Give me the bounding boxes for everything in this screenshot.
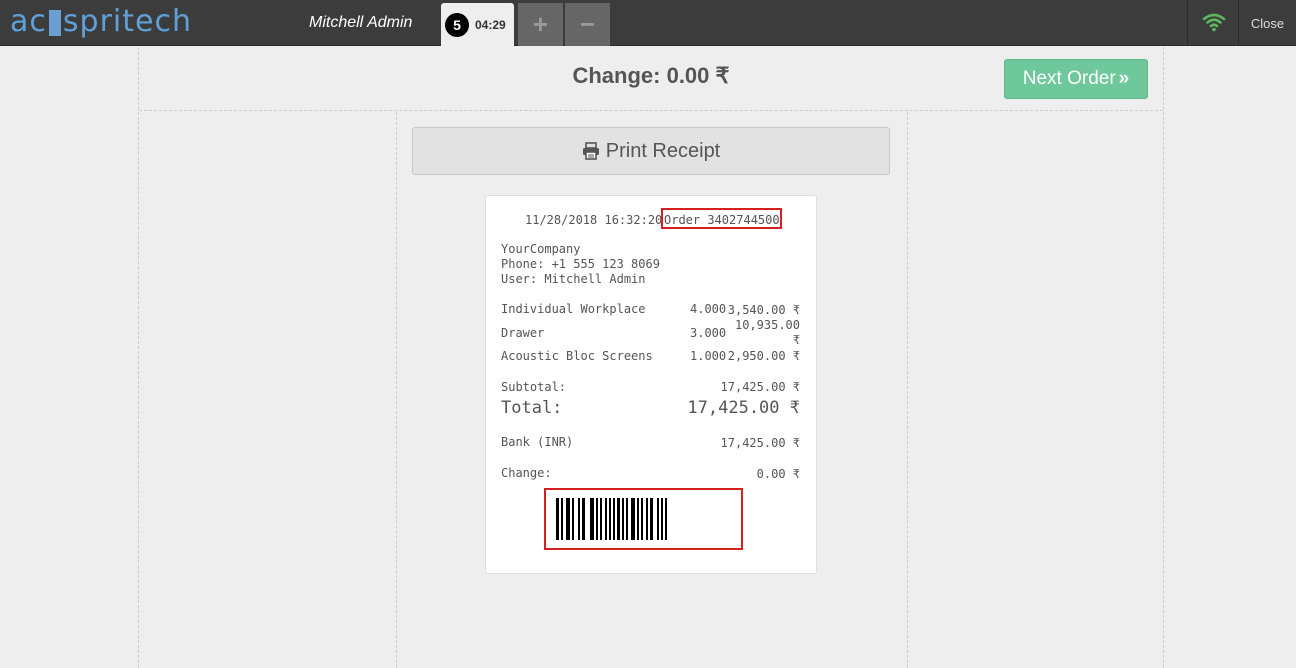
receipt-line-product: Acoustic Bloc Screens — [501, 349, 653, 363]
barcode-bar — [667, 498, 672, 540]
receipt-line-qty: 1.000 — [690, 349, 727, 363]
logo-text-right: spritech — [62, 3, 192, 39]
pos-receipt: 11/28/2018 16:32:20 Order 3402744500 You… — [485, 195, 817, 574]
print-receipt-label: Print Receipt — [605, 139, 721, 162]
barcode — [556, 498, 672, 540]
receipt-line-price: 2,950.00 ₹ — [727, 349, 800, 363]
divider — [396, 112, 397, 668]
receipt-payment-value: 17,425.00 ₹ — [720, 436, 800, 450]
remove-order-button[interactable]: − — [565, 3, 610, 46]
receipt-company: YourCompany — [501, 242, 581, 256]
receipt-line-product: Individual Workplace — [501, 302, 646, 316]
top-bar: ac spritech Mitchell Admin 5 04:29 + − Cl… — [0, 0, 1296, 46]
user-name[interactable]: Mitchell Admin — [309, 14, 412, 32]
receipt-subtotal-value: 17,425.00 ₹ — [720, 380, 800, 394]
receipt-change-label: Change: — [501, 466, 552, 480]
receipt-line-price-currency: ₹ — [792, 333, 800, 347]
highlight-box — [544, 488, 743, 550]
receipt-total-label: Total: — [501, 398, 563, 418]
close-button[interactable]: Close — [1239, 0, 1296, 46]
receipt-screen-header: Change: 0.00 ₹ Next Order » — [139, 47, 1163, 111]
logo-mark — [48, 10, 61, 36]
logo-text-left: ac — [10, 3, 47, 39]
next-order-label: Next Order — [1022, 68, 1116, 89]
double-chevron-right-icon: » — [1118, 68, 1130, 89]
printer-icon — [582, 142, 599, 160]
order-tab-number: 5 — [445, 12, 469, 37]
next-order-button[interactable]: Next Order » — [1004, 59, 1148, 99]
receipt-datetime: 11/28/2018 16:32:20 — [525, 213, 663, 227]
receipt-line-qty: 3.000 — [690, 326, 727, 340]
company-logo: ac spritech — [10, 2, 192, 40]
wifi-icon[interactable] — [1202, 12, 1226, 32]
receipt-line-qty: 4.000 — [690, 302, 727, 316]
receipt-payment-label: Bank (INR) — [501, 435, 574, 449]
print-receipt-button[interactable]: Print Receipt — [412, 127, 890, 175]
receipt-total-value: 17,425.00 ₹ — [687, 398, 800, 418]
receipt-subtotal-label: Subtotal: — [501, 380, 567, 394]
add-order-button[interactable]: + — [518, 3, 563, 46]
receipt-phone: Phone: +1 555 123 8069 — [501, 257, 660, 271]
receipt-line-product: Drawer — [501, 326, 545, 340]
receipt-line-price: 10,935.00 — [734, 318, 800, 332]
order-tab[interactable]: 5 04:29 — [441, 3, 514, 46]
divider — [907, 112, 908, 668]
receipt-user: User: Mitchell Admin — [501, 272, 646, 286]
order-tab-time: 04:29 — [475, 17, 506, 32]
receipt-line-price: 3,540.00 ₹ — [727, 303, 800, 317]
receipt-change-value: 0.00 ₹ — [756, 467, 800, 481]
divider — [1187, 0, 1188, 46]
highlight-box — [661, 208, 782, 229]
